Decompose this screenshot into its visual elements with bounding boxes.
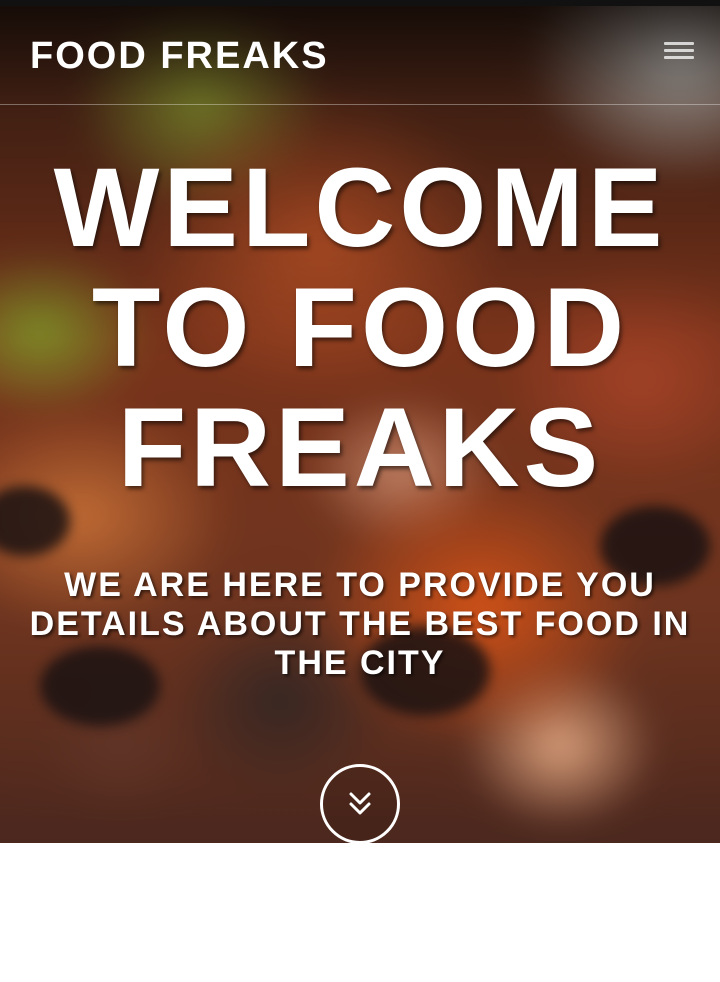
menu-bar <box>664 42 694 45</box>
top-strip <box>0 0 720 6</box>
menu-bar <box>664 56 694 59</box>
page: FOOD FREAKS WELCOME TO FOOD FREAKS WE AR… <box>0 0 720 982</box>
hero-tagline: WE ARE HERE TO PROVIDE YOU DETAILS ABOUT… <box>29 566 691 682</box>
double-chevron-down-icon <box>349 792 371 815</box>
hero-content: WELCOME TO FOOD FREAKS WE ARE HERE TO PR… <box>0 6 720 844</box>
navbar: FOOD FREAKS <box>0 6 720 105</box>
content-section <box>0 843 720 982</box>
scroll-down-button[interactable] <box>320 764 400 844</box>
hero-headline: WELCOME TO FOOD FREAKS <box>53 145 667 510</box>
menu-bar <box>664 49 694 52</box>
hamburger-menu-icon[interactable] <box>664 38 698 64</box>
brand-logo-link[interactable]: FOOD FREAKS <box>30 34 329 78</box>
